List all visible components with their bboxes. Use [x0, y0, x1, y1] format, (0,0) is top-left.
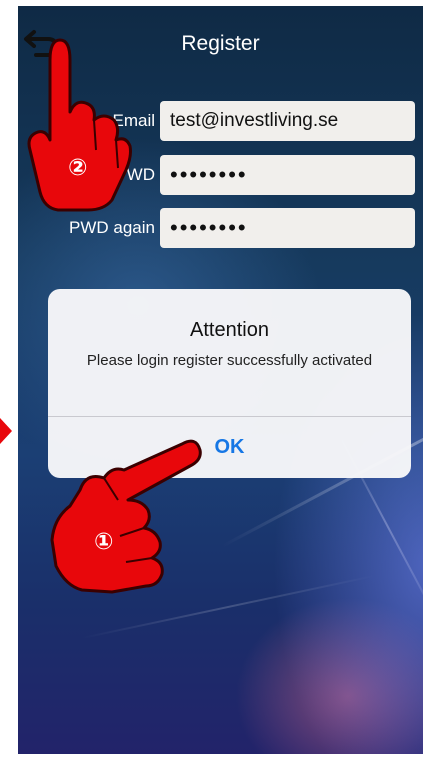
email-field[interactable]: [160, 101, 415, 141]
alert-message: Please login register successfully activ…: [86, 352, 373, 369]
password-field[interactable]: [160, 155, 415, 195]
password-again-field[interactable]: [160, 208, 415, 248]
page-title: Register: [181, 32, 260, 55]
background-light-streak: [81, 574, 375, 640]
password-row: PWD: [18, 155, 423, 195]
email-label: Email: [112, 111, 155, 130]
ok-button[interactable]: OK: [48, 417, 411, 478]
alert-title: Attention: [190, 319, 269, 341]
password-label: PWD: [115, 165, 155, 184]
email-row: Email: [18, 101, 423, 141]
password-again-row: PWD again: [18, 208, 423, 248]
pointer-arrow-icon: [0, 418, 12, 444]
phone-screen: Register Email PWD PWD again Attention P…: [18, 6, 423, 754]
alert-dialog: Attention Please login register successf…: [48, 289, 411, 478]
password-again-label: PWD again: [69, 218, 155, 237]
